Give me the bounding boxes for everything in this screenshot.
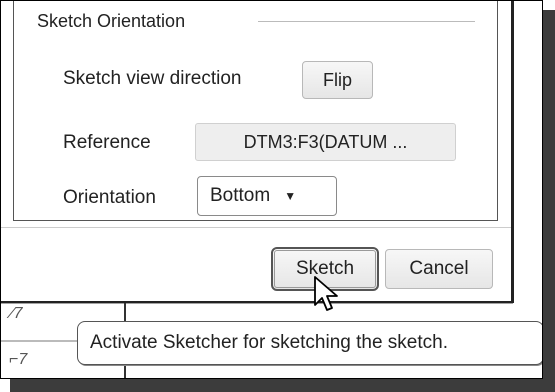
orientation-select[interactable]: Bottom ▼ [197, 176, 337, 216]
reference-field[interactable]: DTM3:F3(DATUM ... [195, 123, 456, 161]
tooltip-text: Activate Sketcher for sketching the sket… [90, 332, 449, 353]
reference-label: Reference [63, 132, 151, 153]
chevron-down-icon: ▼ [284, 189, 297, 203]
group-title: Sketch Orientation [37, 11, 194, 32]
screenshot-frame: ⁄7 ⌐7 Sketch Orientation Sketch view dir… [0, 0, 543, 379]
orientation-label: Orientation [63, 187, 156, 208]
sketch-view-direction-label: Sketch view direction [63, 68, 242, 89]
group-title-rule [258, 21, 475, 22]
cancel-button[interactable]: Cancel [385, 249, 493, 289]
sketch-dialog: Sketch Orientation Sketch view direction… [1, 1, 513, 303]
footer-divider [1, 227, 511, 228]
background-datum-icon: ⁄7 [11, 305, 23, 322]
background-datum-icon: ⌐7 [9, 351, 28, 368]
sketch-tooltip: Activate Sketcher for sketching the sket… [77, 321, 542, 365]
orientation-selected-value: Bottom [210, 185, 271, 206]
mouse-pointer-icon [314, 276, 338, 311]
flip-button[interactable]: Flip [302, 61, 373, 99]
